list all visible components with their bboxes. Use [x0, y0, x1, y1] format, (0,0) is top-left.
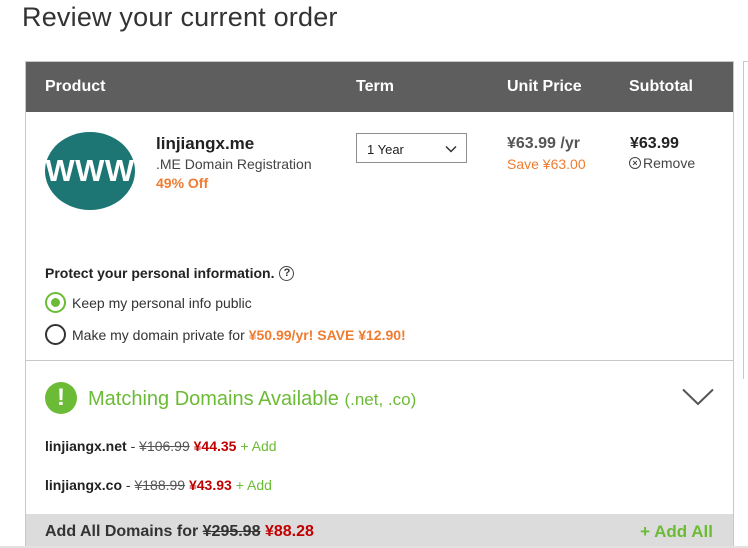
- section-divider: [26, 360, 733, 361]
- add-all-old-price: ¥295.98: [202, 523, 261, 540]
- question-circle-icon[interactable]: ?: [279, 265, 295, 281]
- offer-separator: -: [122, 477, 135, 493]
- privacy-option-public[interactable]: Keep my personal info public: [45, 292, 252, 313]
- add-all-new-price: ¥88.28: [264, 523, 314, 540]
- product-domain-name: linjiangx.me: [156, 134, 255, 153]
- offer-new-price: ¥43.93: [188, 477, 232, 493]
- radio-public[interactable]: [45, 292, 66, 313]
- column-header-product: Product: [45, 78, 106, 95]
- exclamation-circle-icon: !: [45, 382, 77, 414]
- collapse-chevron-icon[interactable]: [682, 388, 714, 406]
- matching-domains-tlds: (.net, .co): [344, 390, 417, 409]
- offer-old-price: ¥106.99: [139, 438, 190, 454]
- term-select[interactable]: 1 Year: [356, 133, 467, 163]
- unit-price: ¥63.99 /yr: [507, 135, 580, 152]
- add-all-text: Add All Domains for: [45, 523, 199, 540]
- add-all-bar: Add All Domains for ¥295.98 ¥88.28 + Add…: [26, 514, 733, 548]
- matching-domains-title: Matching Domains Available: [88, 388, 339, 410]
- order-table: Product Term Unit Price Subtotal WWW lin…: [25, 61, 734, 548]
- add-domain-link[interactable]: + Add: [240, 438, 276, 454]
- unit-savings: Save ¥63.00: [507, 156, 586, 172]
- table-header: Product Term Unit Price Subtotal: [26, 62, 733, 112]
- matching-domains-heading: Matching Domains Available (.net, .co): [88, 388, 416, 411]
- remove-button[interactable]: × Remove: [629, 155, 695, 171]
- offer-old-price: ¥188.99: [134, 477, 186, 493]
- offer-domain-name: linjiangx.net: [45, 438, 127, 454]
- add-all-label: Add All Domains for ¥295.98 ¥88.28: [45, 523, 314, 541]
- chevron-down-icon: [445, 145, 457, 153]
- product-description: .ME Domain Registration: [156, 156, 312, 172]
- privacy-private-offer: ¥50.99/yr! SAVE ¥12.90!: [248, 326, 406, 343]
- offer-domain-name: linjiangx.co: [45, 477, 123, 493]
- domain-offer-row: linjiangx.net - ¥106.99 ¥44.35 + Add: [45, 438, 277, 454]
- privacy-heading: Protect your personal information. ?: [45, 265, 295, 281]
- radio-private[interactable]: [45, 324, 66, 345]
- offer-new-price: ¥44.35: [193, 438, 237, 454]
- close-circle-icon: ×: [629, 157, 641, 169]
- subtotal-price: ¥63.99: [630, 135, 679, 152]
- adjacent-panel-edge: [743, 61, 748, 379]
- column-header-subtotal: Subtotal: [629, 78, 693, 95]
- offer-separator: -: [126, 438, 140, 454]
- privacy-option-public-label: Keep my personal info public: [72, 294, 252, 311]
- page-title: Review your current order: [22, 2, 338, 32]
- add-all-button[interactable]: + Add All: [640, 522, 713, 542]
- column-header-unit-price: Unit Price: [507, 78, 582, 95]
- product-discount-badge: 49% Off: [156, 175, 209, 191]
- privacy-option-private[interactable]: Make my domain private for ¥50.99/yr! SA…: [45, 324, 406, 345]
- privacy-option-private-label: Make my domain private for: [72, 326, 245, 343]
- domain-offer-row: linjiangx.co - ¥188.99 ¥43.93 + Add: [45, 477, 272, 493]
- remove-label: Remove: [643, 155, 696, 171]
- term-select-value: 1 Year: [367, 142, 404, 157]
- www-logo-icon: WWW: [45, 132, 135, 210]
- add-domain-link[interactable]: + Add: [236, 477, 272, 493]
- privacy-heading-text: Protect your personal information.: [45, 265, 275, 281]
- column-header-term: Term: [356, 78, 394, 95]
